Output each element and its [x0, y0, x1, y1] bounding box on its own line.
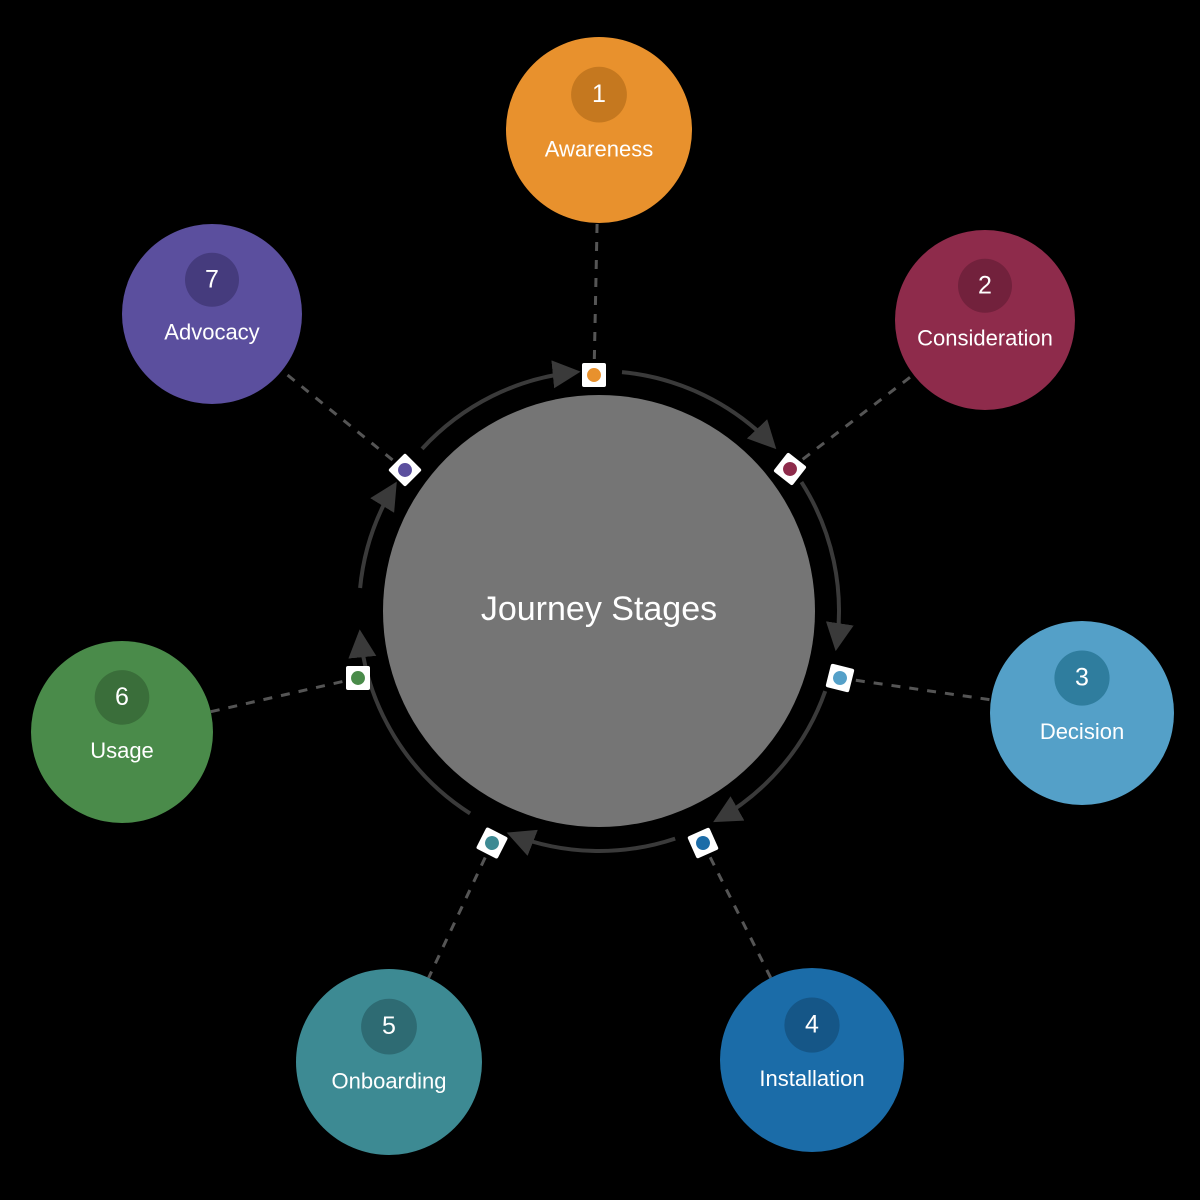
stage-number: 5	[382, 1012, 396, 1040]
stage-node-awareness[interactable]: 1 Awareness	[506, 37, 692, 223]
hub-layer: Journey Stages	[383, 395, 815, 827]
leader-line	[210, 680, 343, 714]
stage-node-consideration[interactable]: 2 Consideration	[895, 230, 1075, 410]
stage-label: Awareness	[545, 136, 653, 161]
stage-number: 7	[205, 265, 219, 293]
stage-number: 6	[115, 683, 129, 711]
stage-circle	[122, 224, 302, 404]
stage-label: Usage	[90, 738, 154, 763]
leader-line	[427, 856, 487, 979]
journey-stages-diagram: Journey Stages 1 Awareness 2 Consideration 3…	[31, 37, 1174, 1155]
stage-label: Onboarding	[332, 1068, 447, 1093]
stage-circle	[895, 230, 1075, 410]
leader-line	[708, 856, 773, 979]
stage-connector[interactable]	[346, 666, 370, 690]
stage-node-decision[interactable]: 3 Decision	[990, 621, 1174, 805]
stage-label: Consideration	[917, 326, 1053, 351]
stage-connector[interactable]	[476, 827, 508, 859]
stage-label: Advocacy	[164, 320, 259, 345]
stage-circle	[506, 37, 692, 223]
connector-dot	[351, 671, 365, 685]
stage-number: 3	[1075, 664, 1089, 692]
leader-line	[281, 369, 394, 462]
stage-circle	[990, 621, 1174, 805]
stage-node-onboarding[interactable]: 5 Onboarding	[296, 969, 482, 1155]
diagram-canvas: Journey Stages 1 Awareness 2 Consideration 3…	[0, 0, 1200, 1200]
stage-number: 1	[592, 80, 606, 108]
ring-arc-segment	[506, 829, 676, 856]
stage-number: 4	[805, 1011, 819, 1039]
connector-dot	[587, 368, 601, 382]
stage-label: Installation	[759, 1066, 864, 1091]
stage-circle	[720, 968, 904, 1152]
leader-line	[855, 678, 992, 702]
stage-connector[interactable]	[582, 363, 606, 387]
stage-node-installation[interactable]: 4 Installation	[720, 968, 904, 1152]
stage-number: 2	[978, 271, 992, 299]
hub-label: Journey Stages	[481, 590, 717, 628]
stage-node-advocacy[interactable]: 7 Advocacy	[122, 224, 302, 404]
stage-node-usage[interactable]: 6 Usage	[31, 641, 213, 823]
stage-connector[interactable]	[773, 452, 807, 486]
leader-line	[592, 222, 599, 360]
stage-circle	[31, 641, 213, 823]
stage-connector[interactable]	[825, 663, 855, 693]
leader-line	[801, 373, 915, 461]
stage-connector[interactable]	[687, 827, 719, 859]
stage-circle	[296, 969, 482, 1155]
stage-connector[interactable]	[388, 453, 422, 487]
stage-label: Decision	[1040, 719, 1124, 744]
